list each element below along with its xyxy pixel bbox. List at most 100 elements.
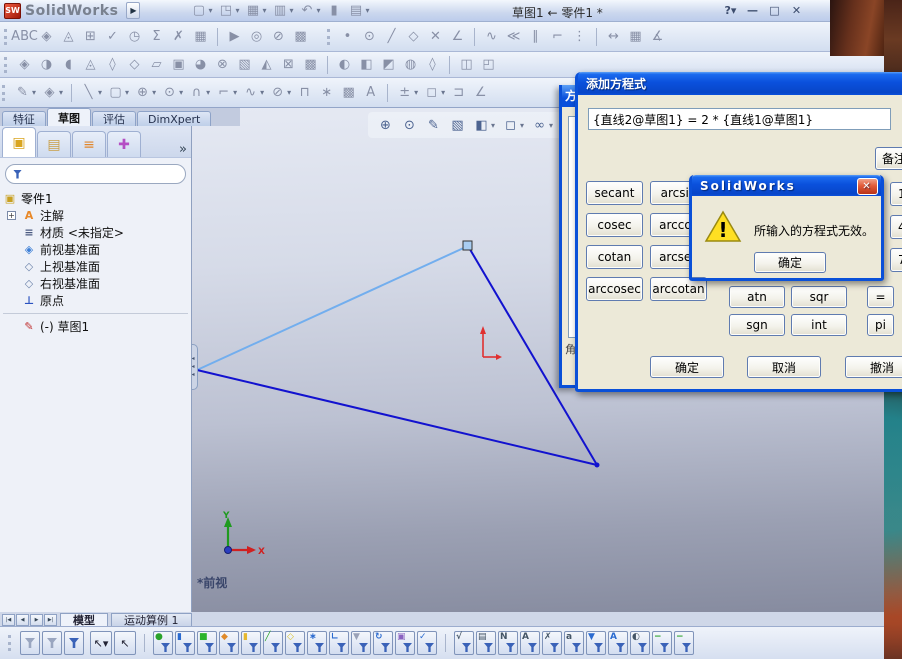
dropdown-caret-icon[interactable]: ▾ [491, 121, 495, 130]
sqr-button[interactable]: sqr [791, 286, 847, 308]
digit-button[interactable]: 4 [890, 215, 902, 239]
tab-nav-button[interactable]: ◀ [16, 614, 29, 626]
tree-item[interactable]: ≡ 材质 <未指定> [0, 224, 191, 241]
feature-icon[interactable]: ◊ [102, 55, 123, 75]
function-button[interactable]: arccosec [586, 277, 643, 301]
dialog-titlebar[interactable]: SolidWorks ✕ [692, 175, 881, 196]
filter-type-button[interactable]: ✗ [542, 631, 562, 655]
pattern-icon[interactable]: ◍ [400, 55, 421, 75]
sketch-tool-icon[interactable]: ╲▾ [78, 83, 104, 103]
filter-type-button[interactable]: A [608, 631, 628, 655]
view-tool-icon[interactable]: ◻▾ [500, 115, 526, 135]
view-tool-icon[interactable]: ⊕ [375, 115, 396, 135]
feature-icon[interactable]: ▩ [300, 55, 321, 75]
dropdown-caret-icon[interactable]: ▾ [233, 88, 237, 97]
tree-item-sketch[interactable]: ✎ (-) 草图1 [0, 318, 191, 335]
sketch-tool-icon[interactable]: ◈▾ [39, 83, 65, 103]
filter-toggle-button[interactable] [42, 631, 62, 655]
dropdown-caret-icon[interactable]: ▾ [287, 88, 291, 97]
commandmanager-tab[interactable]: 草图 [47, 108, 91, 126]
dropdown-caret-icon[interactable]: ▾ [441, 88, 445, 97]
feature-icon[interactable]: ⊗ [212, 55, 233, 75]
tool-icon[interactable]: ◎ [246, 27, 267, 47]
feature-icon[interactable]: ◰ [478, 55, 499, 75]
window-control-button[interactable]: ?▾ [722, 2, 739, 18]
commandmanager-tab[interactable]: DimXpert [137, 111, 211, 126]
dropdown-caret-icon[interactable]: ▾ [208, 6, 212, 15]
tab-nav-button[interactable]: ▶ [30, 614, 43, 626]
filter-type-button[interactable]: ∟ [329, 631, 349, 655]
window-control-button[interactable]: □ [766, 2, 783, 18]
tool-icon[interactable]: ▶ [224, 27, 245, 47]
atn-button[interactable]: atn [729, 286, 785, 308]
pattern-icon[interactable]: ◧ [356, 55, 377, 75]
dimension-icon[interactable]: ∡ [647, 27, 668, 47]
tab-nav-button[interactable]: ▶| [44, 614, 57, 626]
digit-button[interactable]: 1 [890, 182, 902, 206]
filter-type-button[interactable]: ▼ [586, 631, 606, 655]
tree-item[interactable]: + A 注解 [0, 207, 191, 224]
sketch-entity-icon[interactable]: • [337, 27, 358, 47]
tool-icon[interactable]: ⊘ [268, 27, 289, 47]
tool-icon[interactable]: ▩ [290, 27, 311, 47]
dialog-titlebar[interactable]: 添加方程式 [578, 72, 902, 95]
tab-nav-button[interactable]: |◀ [2, 614, 15, 626]
toolbar-grip[interactable] [327, 29, 330, 45]
filter-type-button[interactable]: √ [454, 631, 474, 655]
feature-icon[interactable]: ▱ [146, 55, 167, 75]
int-button[interactable]: int [791, 314, 847, 336]
window-control-button[interactable]: — [744, 2, 761, 18]
sketch-entity-icon[interactable]: ◇ [403, 27, 424, 47]
select-cursor-button[interactable]: ↖▾ [90, 631, 112, 655]
manager-tab[interactable]: ▤ [37, 131, 71, 157]
dropdown-caret-icon[interactable]: ▾ [235, 6, 239, 15]
commandmanager-tab[interactable]: 特征 [2, 111, 46, 126]
feature-icon[interactable]: ◭ [256, 55, 277, 75]
pattern-icon[interactable]: ◩ [378, 55, 399, 75]
dropdown-caret-icon[interactable]: ▾ [414, 88, 418, 97]
sketch-tool-icon[interactable]: ∿▾ [240, 83, 266, 103]
ok-button[interactable]: 确定 [650, 356, 724, 378]
feature-icon[interactable]: ◬ [80, 55, 101, 75]
filter-type-button[interactable]: ▮ [175, 631, 195, 655]
standard-toolbar-icon[interactable]: ▦▾ [242, 1, 268, 21]
sketch-tool-icon[interactable]: ◻▾ [421, 83, 447, 103]
filter-toggle-button[interactable] [64, 631, 84, 655]
tool-icon[interactable]: Σ [146, 27, 167, 47]
standard-toolbar-icon[interactable]: ↶▾ [297, 1, 323, 21]
filter-type-button[interactable]: A [520, 631, 540, 655]
equals-button[interactable]: = [867, 286, 894, 308]
filter-type-button[interactable]: ↻ [373, 631, 393, 655]
sketch-entity-icon[interactable]: ╱ [381, 27, 402, 47]
sketch-tool-icon[interactable]: ⊕▾ [132, 83, 158, 103]
tool-icon[interactable]: ABC [14, 27, 35, 47]
standard-toolbar-icon[interactable]: ◳▾ [215, 1, 241, 21]
tool-icon[interactable]: ◈ [36, 27, 57, 47]
dimension-icon[interactable]: ▦ [625, 27, 646, 47]
undo-button[interactable]: 撤消 [845, 356, 902, 378]
feature-icon[interactable]: ◫ [456, 55, 477, 75]
window-control-button[interactable]: ✕ [788, 2, 805, 18]
expand-icon[interactable]: + [7, 211, 16, 220]
menu-flyout-button[interactable]: ▶ [126, 2, 140, 19]
sketch-tool-icon[interactable]: ▩ [338, 83, 359, 103]
function-button[interactable]: cotan [586, 245, 643, 269]
sketch-entity-icon[interactable]: ⊙ [359, 27, 380, 47]
filter-type-button[interactable]: ▣ [395, 631, 415, 655]
panel-splitter-handle[interactable]: ◂◂◂ [192, 344, 198, 390]
sketch-relation-icon[interactable]: ∿ [481, 27, 502, 47]
view-tool-icon[interactable]: ✎ [423, 115, 444, 135]
feature-icon[interactable]: ◕ [190, 55, 211, 75]
tree-item[interactable]: ⊥ 原点 [0, 292, 191, 309]
sketch-tool-icon[interactable]: ∩▾ [186, 83, 212, 103]
feature-icon[interactable]: ⊠ [278, 55, 299, 75]
dropdown-caret-icon[interactable]: ▾ [59, 88, 63, 97]
dropdown-caret-icon[interactable]: ▾ [520, 121, 524, 130]
dropdown-caret-icon[interactable]: ▾ [206, 88, 210, 97]
feature-icon[interactable]: ◑ [36, 55, 57, 75]
sketch-entity-icon[interactable]: ∠ [447, 27, 468, 47]
tool-icon[interactable]: ◷ [124, 27, 145, 47]
dropdown-caret-icon[interactable]: ▾ [179, 88, 183, 97]
sketch-tool-icon[interactable]: ∠ [470, 83, 491, 103]
view-tool-icon[interactable]: ⊙ [399, 115, 420, 135]
